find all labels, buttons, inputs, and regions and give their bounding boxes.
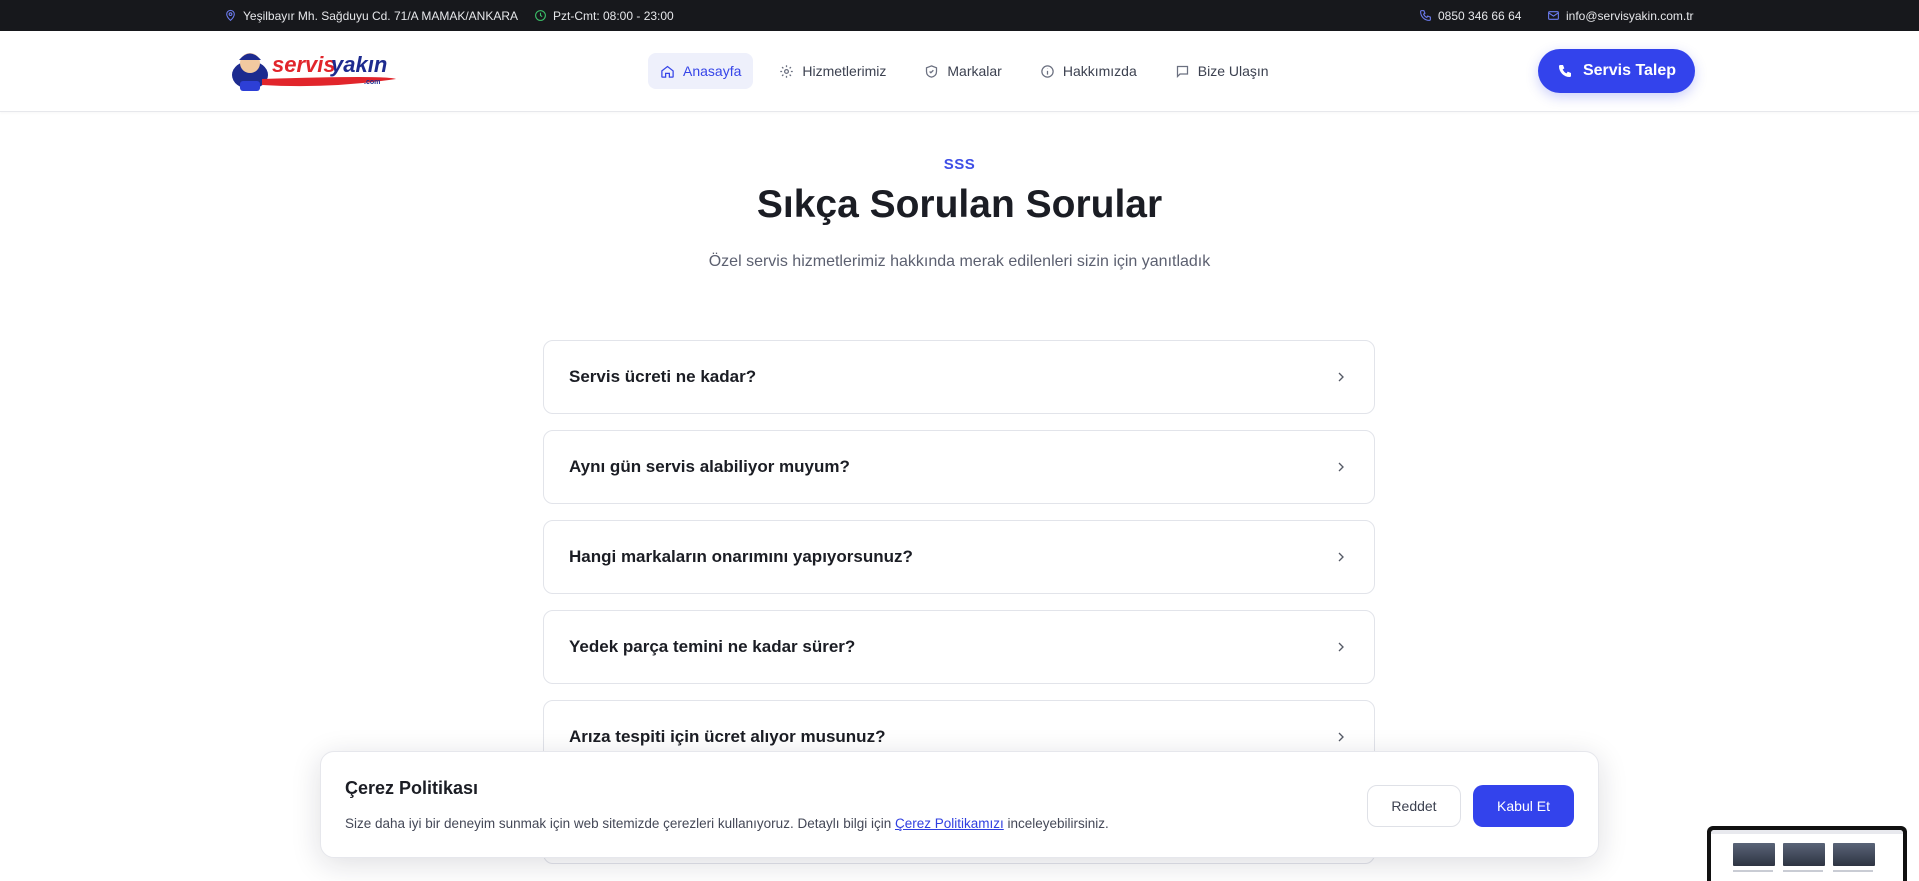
chevron-right-icon <box>1338 552 1344 562</box>
phone-icon <box>1558 65 1571 77</box>
reject-button[interactable]: Reddet <box>1367 785 1461 827</box>
cookie-title: Çerez Politikası <box>345 778 479 798</box>
main-nav: Anasayfa Hizmetlerimiz Markalar Hakkımız… <box>648 53 1281 89</box>
email-link[interactable]: info@servisyakin.com.tr <box>1547 0 1694 31</box>
nav-item-markalar[interactable]: Markalar <box>912 53 1013 89</box>
hours-info: Pzt-Cmt: 08:00 - 23:00 <box>534 0 674 31</box>
faq-question: Hangi markaların onarımını yapıyorsunuz? <box>569 547 913 566</box>
page-preview-thumbnail[interactable] <box>1707 826 1907 881</box>
faq-item[interactable]: Aynı gün servis alabiliyor muyum? <box>543 430 1375 504</box>
clock-icon <box>535 10 546 21</box>
hours-text: Pzt-Cmt: 08:00 - 23:00 <box>553 8 674 23</box>
preview-text-line <box>1783 870 1823 872</box>
faq-question: Yedek parça temini ne kadar sürer? <box>569 637 856 656</box>
preview-image <box>1783 843 1825 866</box>
email-text: info@servisyakin.com.tr <box>1566 8 1694 23</box>
service-request-button[interactable]: Servis Talep <box>1538 49 1695 93</box>
phone-text: 0850 346 66 64 <box>1438 8 1522 23</box>
mail-icon <box>1548 11 1559 20</box>
nav-item-hakkimizda[interactable]: Hakkımızda <box>1028 53 1149 89</box>
cta-label: Servis Talep <box>1582 62 1677 79</box>
nav-label: Hakkımızda <box>1062 63 1137 79</box>
preview-topbar <box>1711 830 1903 834</box>
faq-question: Aynı gün servis alabiliyor muyum? <box>569 457 850 476</box>
site-logo[interactable]: servis yakın .com <box>228 45 400 93</box>
site-header: servis yakın .com Anasayfa Hizmetlerimiz… <box>0 31 1919 112</box>
home-icon <box>661 65 674 78</box>
address-info: Yeşilbayır Mh. Sağduyu Cd. 71/A MAMAK/AN… <box>224 0 518 31</box>
info-icon <box>1041 64 1054 78</box>
phone-icon <box>1420 10 1431 21</box>
cookie-text-before: Size daha iyi bir deneyim sunmak için we… <box>345 816 895 831</box>
logo-text-suffix: .com <box>364 79 380 86</box>
preview-text-line <box>1833 870 1873 872</box>
faq-question: Servis ücreti ne kadar? <box>569 367 757 386</box>
top-info-bar: Yeşilbayır Mh. Sağduyu Cd. 71/A MAMAK/AN… <box>0 0 1919 31</box>
gear-icon <box>780 64 794 78</box>
logo-mascot-icon: servis yakın .com <box>232 52 396 91</box>
faq-question: Arıza tespiti için ücret alıyor musunuz? <box>569 727 886 746</box>
chat-icon <box>1176 65 1188 78</box>
logo-text-yakin: yakın <box>330 52 387 77</box>
page-title: Sıkça Sorulan Sorular <box>756 183 1163 226</box>
nav-item-hizmetlerimiz[interactable]: Hizmetlerimiz <box>767 53 898 89</box>
preview-image <box>1733 843 1775 866</box>
logo-text-servis: servis <box>272 52 336 77</box>
address-text: Yeşilbayır Mh. Sağduyu Cd. 71/A MAMAK/AN… <box>243 8 519 23</box>
cookie-banner: Çerez Politikası Size daha iyi bir deney… <box>320 751 1599 858</box>
preview-screen <box>1711 830 1903 881</box>
page-subtitle: Özel servis hizmetlerimiz hakkında merak… <box>708 253 1211 270</box>
nav-label: Bize Ulaşın <box>1197 63 1269 79</box>
shield-check-icon <box>926 64 938 78</box>
cookie-text-after: inceleyebilirsiniz. <box>1003 816 1109 831</box>
preview-text-line <box>1733 870 1773 872</box>
chevron-right-icon <box>1338 372 1344 382</box>
cookie-text: Size daha iyi bir deneyim sunmak için we… <box>345 816 1109 831</box>
nav-item-bize-ulasin[interactable]: Bize Ulaşın <box>1163 53 1281 89</box>
nav-label: Hizmetlerimiz <box>802 63 887 79</box>
nav-label: Anasayfa <box>683 63 742 79</box>
nav-label: Markalar <box>947 63 1002 79</box>
chevron-right-icon <box>1338 462 1344 472</box>
faq-item[interactable]: Servis ücreti ne kadar? <box>543 340 1375 414</box>
phone-link[interactable]: 0850 346 66 64 <box>1419 0 1521 31</box>
map-pin-icon <box>226 9 235 22</box>
cookie-policy-link[interactable]: Çerez Politikamızı <box>895 816 1004 831</box>
faq-item[interactable]: Yedek parça temini ne kadar sürer? <box>543 610 1375 684</box>
nav-item-anasayfa[interactable]: Anasayfa <box>648 53 754 89</box>
preview-image <box>1833 843 1875 866</box>
section-eyebrow: SSS <box>943 156 976 173</box>
chevron-right-icon <box>1338 732 1344 742</box>
accept-button[interactable]: Kabul Et <box>1473 785 1574 827</box>
chevron-right-icon <box>1338 642 1344 652</box>
faq-item[interactable]: Hangi markaların onarımını yapıyorsunuz? <box>543 520 1375 594</box>
